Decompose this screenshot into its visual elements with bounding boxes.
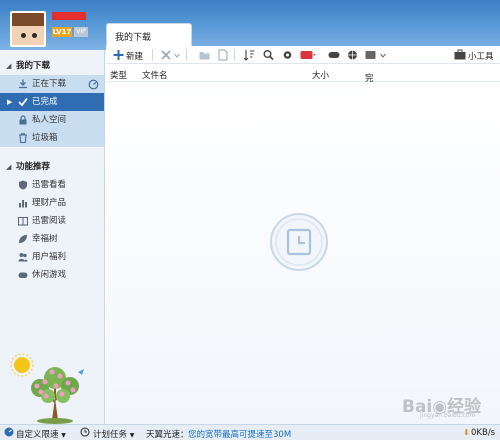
sidebar-item-label: 私人空间 [32,115,67,125]
avatar[interactable] [10,11,46,47]
gamepad-icon[interactable] [328,49,340,61]
username-redacted [52,12,86,20]
chevron-down-icon[interactable] [380,49,386,61]
trash-icon [19,133,27,143]
speed-icon[interactable] [88,79,99,90]
check-icon [18,97,28,107]
empty-clock-icon [270,213,328,271]
speed-limit-icon [4,427,14,437]
sidebar-item-label: 休闲游戏 [32,270,67,280]
search-icon[interactable] [263,49,274,61]
vip-badge[interactable]: VIP [74,27,88,37]
skin-icon[interactable] [365,49,376,61]
title-header: LV17 VIP [0,0,500,50]
sidebar-item-user-benefits[interactable]: 用户福利 [0,248,104,266]
speed-limit-label: 自定义限速 [16,430,59,440]
sidebar-item-label: 幸福树 [32,234,58,244]
plus-icon[interactable] [113,49,124,61]
sidebar-item-completed[interactable]: ▶ 已完成 [0,93,104,111]
separator [234,49,235,61]
sidebar-item-downloading[interactable]: 正在下载 [0,75,104,93]
new-button[interactable]: 新建 [126,50,143,62]
file-icon[interactable] [218,49,228,61]
tools-button[interactable]: 小工具 [468,50,494,62]
avatar-eye-right [32,33,37,38]
chevron-down-icon: ▼ [129,432,135,439]
collapse-arrow-icon: ◢ [6,163,12,171]
sort-desc-icon: ▾ [365,72,369,79]
sidebar-item-reading[interactable]: 迅雷阅读 [0,212,104,230]
sidebar-item-label: 垃圾箱 [32,133,58,143]
section-title: 功能推荐 [16,162,51,172]
chevron-down-icon: ▼ [61,432,66,439]
sidebar-item-label: 已完成 [32,97,58,107]
users-icon [18,253,28,262]
sidebar-item-label: 理财产品 [32,198,67,208]
download-icon [19,79,27,89]
sort-icon[interactable] [244,49,255,61]
sidebar: ◢ 我的下载 正在下载 ▶ 已完成 私人空间 垃圾箱 ◢ 功能推荐 迅雷看看 理… [0,50,105,424]
sidebar-item-casual-games[interactable]: 休闲游戏 [0,266,104,284]
chevron-down-icon[interactable] [174,49,180,61]
sidebar-item-xunlei-kankan[interactable]: 迅雷看看 [0,176,104,194]
watermark-url: jingyan.baidu.com [420,412,476,419]
separator [152,49,153,61]
download-rate-icon: ⬇ [463,428,470,437]
collapse-arrow-icon: ◢ [6,62,12,70]
lock-icon [19,115,27,125]
download-list-empty [106,82,500,424]
schedule-button[interactable]: 计划任务 ▼ [93,428,134,440]
clock-icon [80,427,90,437]
sidebar-item-label: 迅雷看看 [32,180,67,190]
sidebar-item-label: 正在下载 [32,79,67,89]
avatar-eye-left [21,33,26,38]
gamepad-icon [18,272,28,278]
delete-icon[interactable] [161,49,171,61]
globe-icon[interactable] [347,49,358,61]
column-header: 类型 文件名 大小 完成时间▾ [106,66,500,120]
folder-icon[interactable] [199,49,210,61]
section-my-downloads[interactable]: ◢ 我的下载 [0,58,104,75]
vip-speedup-icon[interactable] [300,49,316,61]
schedule-label: 计划任务 [93,430,128,440]
sidebar-item-label: 迅雷阅读 [32,216,67,226]
sidebar-item-happy-tree[interactable]: 幸福树 [0,230,104,248]
toolbar: 新建 小工具 [106,46,500,64]
tools-icon[interactable] [454,49,466,61]
col-type[interactable]: 类型 [110,69,127,81]
shield-play-icon [19,180,27,190]
sidebar-item-label: 用户福利 [32,252,67,262]
level-badge[interactable]: LV17 [52,27,72,37]
tab-label: 我的下载 [115,33,152,43]
sidebar-item-trash[interactable]: 垃圾箱 [0,129,104,147]
section-recommended[interactable]: ◢ 功能推荐 [0,159,104,176]
status-bar: 自定义限速 ▼ 计划任务 ▼ 天翼光速： 您的宽带最高可提速至30M ⬇ 0KB… [0,424,500,440]
col-size[interactable]: 大小 [312,69,329,81]
tianyi-label: 天翼光速： [146,430,189,440]
book-icon [18,216,28,226]
chart-icon [19,200,27,208]
download-rate: 0KB/s [471,428,496,438]
gear-icon[interactable] [282,49,293,61]
sidebar-item-private-space[interactable]: 私人空间 [0,111,104,129]
section-title: 我的下载 [16,61,51,71]
speed-limit-button[interactable]: 自定义限速 ▼ [16,428,66,440]
tianyi-speedup-link[interactable]: 您的宽带最高可提速至30M [188,428,291,440]
separator [186,49,187,61]
sidebar-item-finance[interactable]: 理财产品 [0,194,104,212]
selected-arrow-icon: ▶ [7,98,13,106]
leaf-icon [19,235,27,243]
happy-tree-illustration[interactable] [0,350,105,424]
col-filename[interactable]: 文件名 [142,69,168,81]
